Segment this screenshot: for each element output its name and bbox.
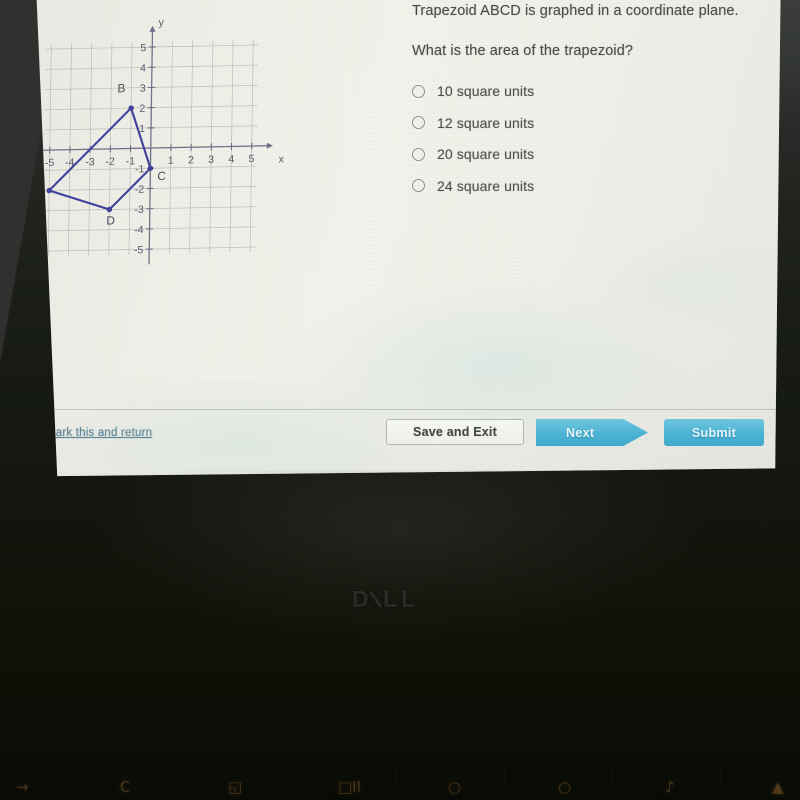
answer-choices: 10 square units 12 square units 20 squar…: [412, 83, 781, 194]
key-separator: [720, 748, 721, 800]
svg-text:-1: -1: [126, 155, 136, 167]
svg-text:-2: -2: [135, 184, 145, 196]
keyboard-key[interactable]: →: [16, 778, 29, 796]
keyboard-key[interactable]: ◱: [228, 778, 242, 796]
mark-this-and-return-link[interactable]: Mark this and return: [46, 427, 152, 439]
svg-text:1: 1: [168, 155, 174, 167]
svg-text:5: 5: [249, 153, 255, 165]
svg-text:3: 3: [208, 154, 214, 166]
question-stem-line1: Trapezoid ABCD is graphed in a coordinat…: [412, 3, 739, 19]
coordinate-plane-graph: -5-4-3-2-11234554321-1-2-3-4-5xyABCD: [36, 0, 288, 271]
laptop-screen: -5-4-3-2-11234554321-1-2-3-4-5xyABCD Tra…: [36, 0, 781, 477]
svg-text:-5: -5: [45, 157, 55, 169]
answer-choice-2[interactable]: 12 square units: [412, 114, 781, 131]
question-column: Trapezoid ABCD is graphed in a coordinat…: [412, 2, 781, 209]
svg-text:y: y: [159, 17, 165, 29]
question-stem-line2: What is the area of the trapezoid?: [412, 42, 634, 59]
keyboard-key[interactable]: C: [120, 778, 130, 796]
svg-text:-5: -5: [134, 244, 144, 256]
svg-text:2: 2: [139, 103, 145, 115]
svg-text:4: 4: [228, 153, 234, 165]
svg-text:5: 5: [140, 42, 146, 54]
answer-choice-4[interactable]: 24 square units: [412, 177, 781, 194]
svg-text:C: C: [157, 169, 166, 183]
svg-text:-3: -3: [134, 204, 144, 216]
quiz-page: -5-4-3-2-11234554321-1-2-3-4-5xyABCD Tra…: [36, 0, 781, 476]
svg-text:3: 3: [140, 83, 146, 95]
keyboard-key[interactable]: ○: [558, 778, 571, 796]
screenshot-root: -5-4-3-2-11234554321-1-2-3-4-5xyABCD Tra…: [0, 0, 800, 800]
dell-brand-logo: D\LL: [352, 585, 420, 613]
svg-text:-1: -1: [135, 163, 145, 175]
graph-svg: -5-4-3-2-11234554321-1-2-3-4-5xyABCD: [36, 17, 285, 271]
radio-button-icon[interactable]: [412, 147, 425, 161]
answer-choice-3[interactable]: 20 square units: [412, 146, 781, 163]
save-and-exit-button[interactable]: Save and Exit: [386, 419, 524, 445]
keyboard-key[interactable]: ▲: [772, 778, 784, 796]
svg-text:D: D: [106, 213, 115, 227]
key-separator: [612, 748, 613, 800]
svg-text:B: B: [117, 81, 125, 95]
radio-button-icon[interactable]: [412, 179, 425, 193]
submit-button[interactable]: Submit: [664, 419, 764, 446]
radio-button-icon[interactable]: [412, 116, 425, 130]
next-button[interactable]: Next: [536, 419, 648, 446]
radio-button-icon[interactable]: [412, 84, 425, 98]
keyboard-key[interactable]: ♪: [665, 778, 675, 796]
svg-text:-2: -2: [105, 156, 115, 168]
key-separator: [178, 748, 179, 800]
chromeos-shelf: [0, 496, 800, 560]
key-separator: [396, 748, 397, 800]
answer-choice-label: 24 square units: [437, 177, 535, 194]
key-separator: [286, 748, 287, 800]
answer-choice-label: 20 square units: [437, 146, 535, 163]
answer-choice-label: 12 square units: [437, 114, 535, 131]
key-separator: [504, 748, 505, 800]
answer-choice-1[interactable]: 10 square units: [412, 83, 781, 100]
keyboard-key[interactable]: □II: [338, 778, 361, 796]
svg-text:x: x: [279, 153, 285, 165]
svg-text:-3: -3: [85, 156, 95, 168]
keyboard-key[interactable]: ○: [448, 778, 461, 796]
svg-text:4: 4: [140, 62, 146, 74]
answer-choice-label: 10 square units: [437, 83, 535, 100]
brand-suffix: LL: [383, 586, 420, 612]
key-separator: [70, 748, 71, 800]
svg-text:-4: -4: [134, 224, 144, 236]
svg-text:2: 2: [188, 154, 194, 166]
footer-bar: Mark this and return Save and Exit Next …: [36, 409, 781, 462]
